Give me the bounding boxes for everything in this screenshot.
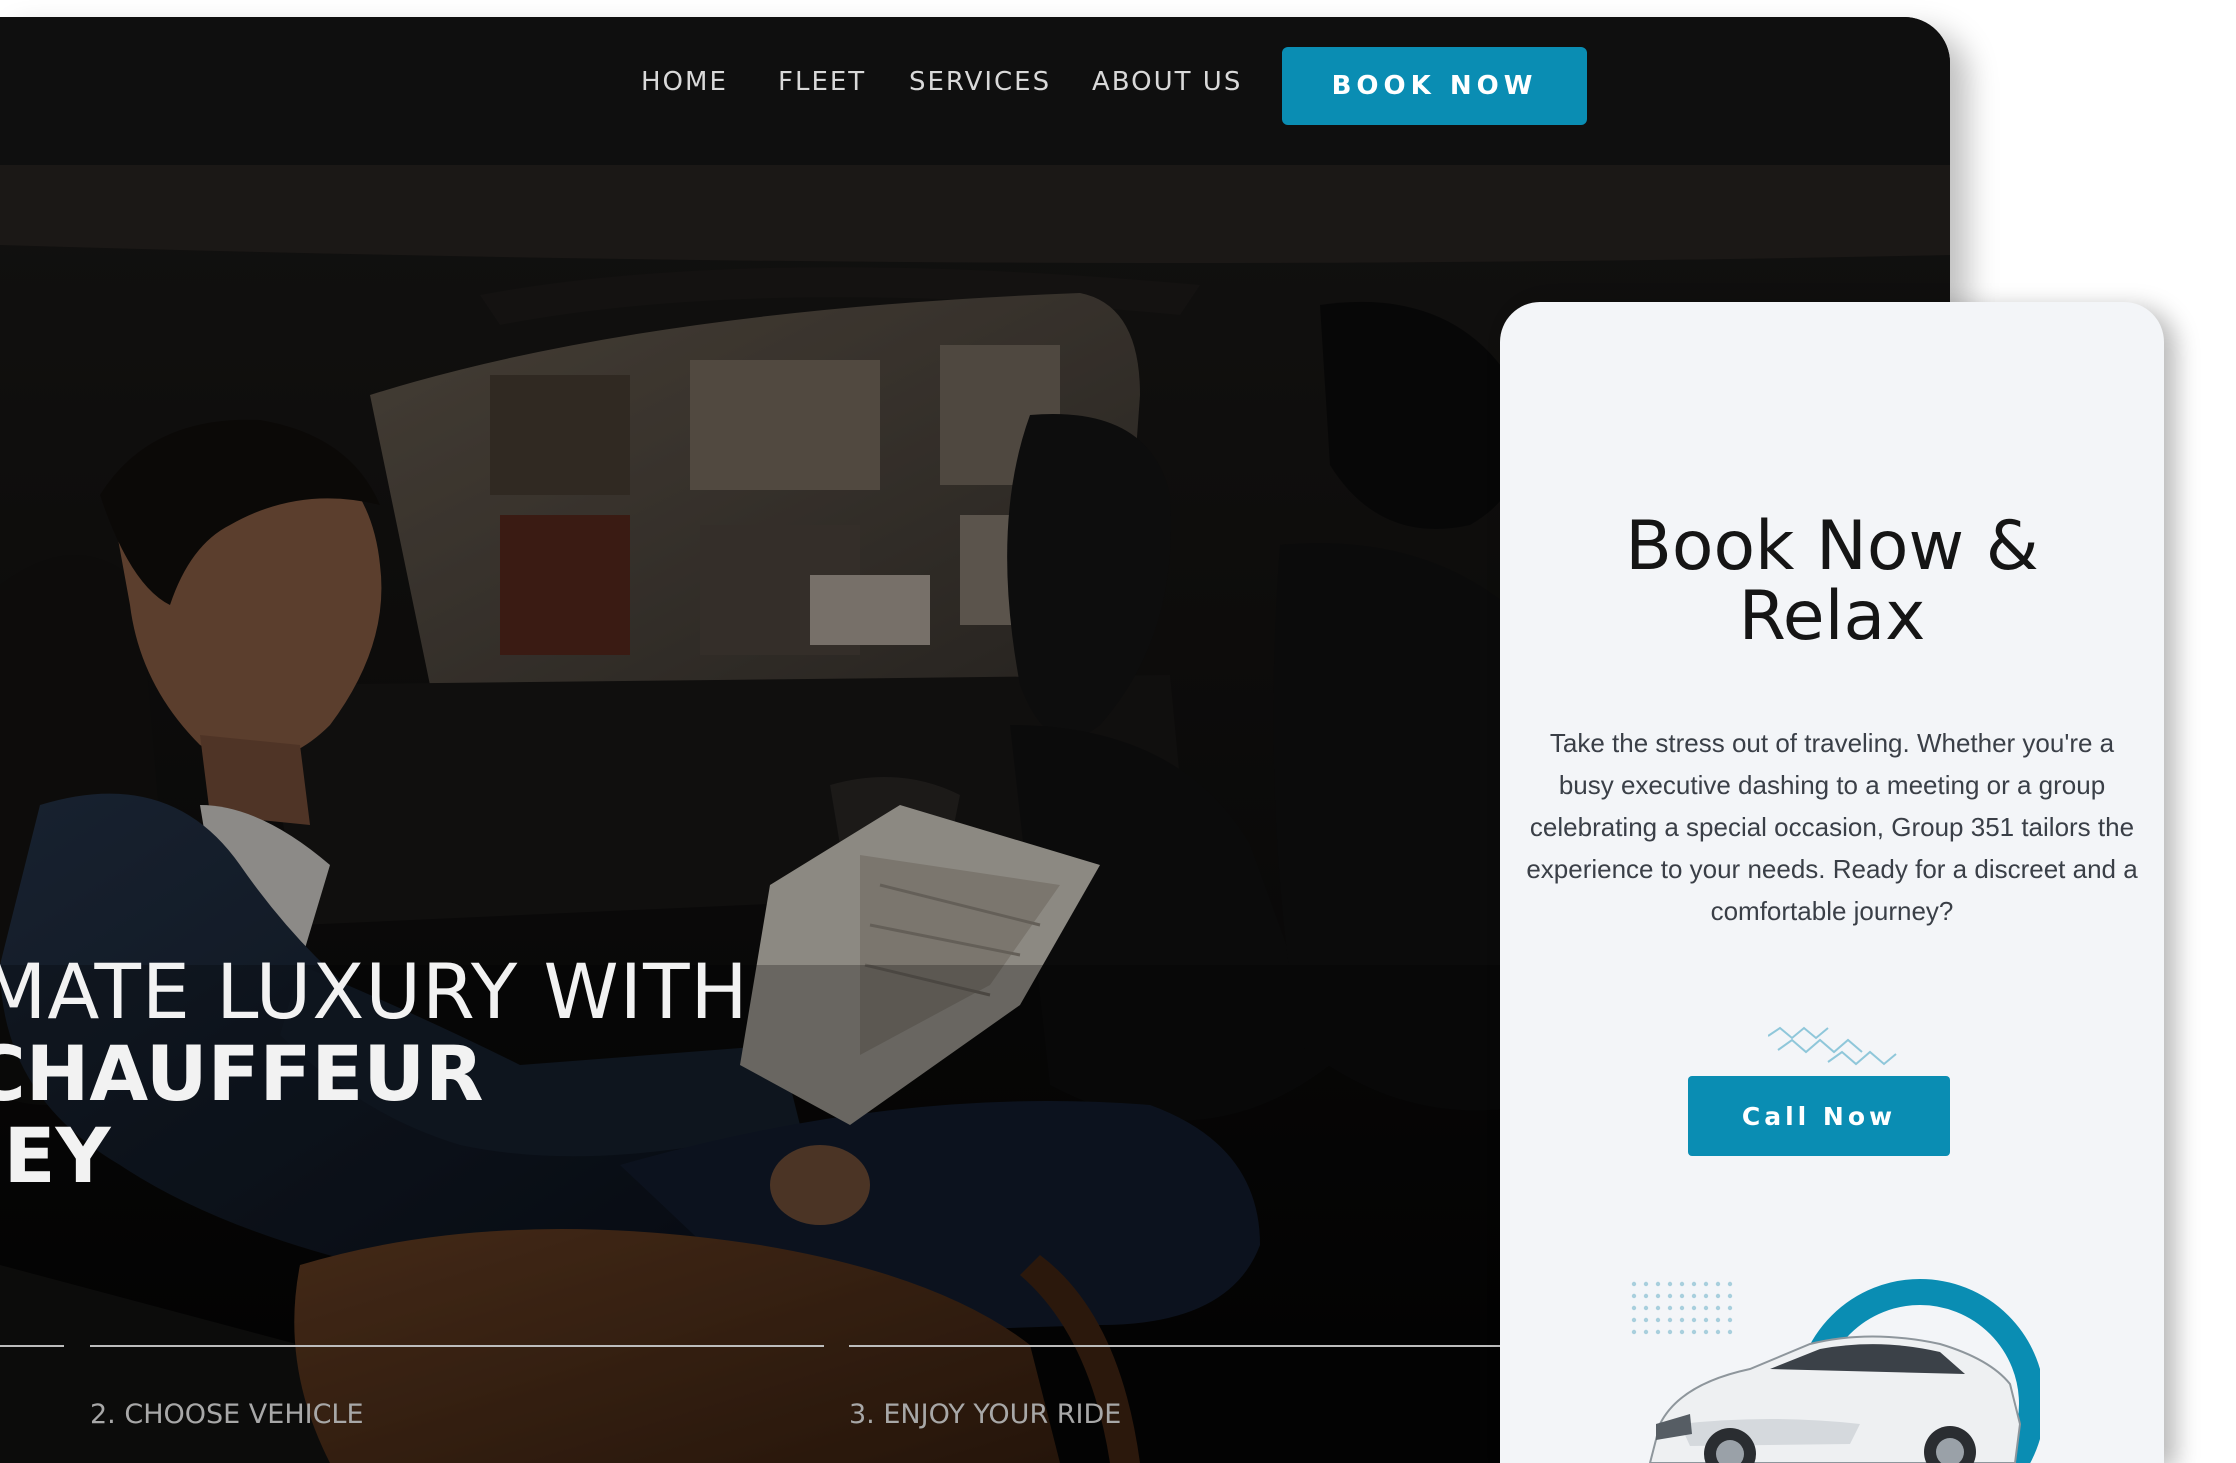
book-now-button[interactable]: BOOK NOW [1282, 47, 1587, 125]
mobile-title-line-1: Book Now & [1625, 507, 2039, 586]
car-image [1631, 1279, 2040, 1463]
step-2-progress-line [90, 1345, 824, 1347]
squiggle-decoration-icon [1768, 1026, 1897, 1066]
nav-link-services[interactable]: SERVICES [909, 67, 1051, 97]
hero-title-line-1: TIMATE LUXURY WITH [0, 947, 749, 1036]
call-now-button[interactable]: Call Now [1688, 1076, 1950, 1156]
nav-link-fleet[interactable]: FLEET [778, 67, 866, 97]
nav-link-home[interactable]: HOME [641, 67, 728, 97]
mobile-title-line-2: Relax [1738, 577, 1926, 656]
hero-title: TIMATE LUXURY WITH CHAUFFEUR NEY [0, 951, 749, 1197]
dot-grid-decoration-icon [1631, 1281, 1733, 1335]
nav-link-about-us[interactable]: ABOUT US [1092, 67, 1242, 97]
mobile-title: Book Now & Relax [1500, 512, 2164, 652]
step-3-progress-line [849, 1345, 1549, 1347]
step-choose-vehicle[interactable]: 2. CHOOSE VEHICLE [90, 1399, 364, 1430]
hero-title-line-3: NEY [0, 1111, 111, 1200]
hero-title-line-2: CHAUFFEUR [0, 1029, 484, 1118]
step-1-progress-line [0, 1345, 64, 1347]
mobile-description: Take the stress out of traveling. Whethe… [1526, 728, 2138, 926]
mobile-mockup: Book Now & Relax Take the stress out of … [1500, 302, 2164, 1463]
step-enjoy-your-ride[interactable]: 3. ENJOY YOUR RIDE [849, 1399, 1121, 1430]
top-nav: HOME FLEET SERVICES ABOUT US BOOK NOW [0, 17, 1950, 165]
